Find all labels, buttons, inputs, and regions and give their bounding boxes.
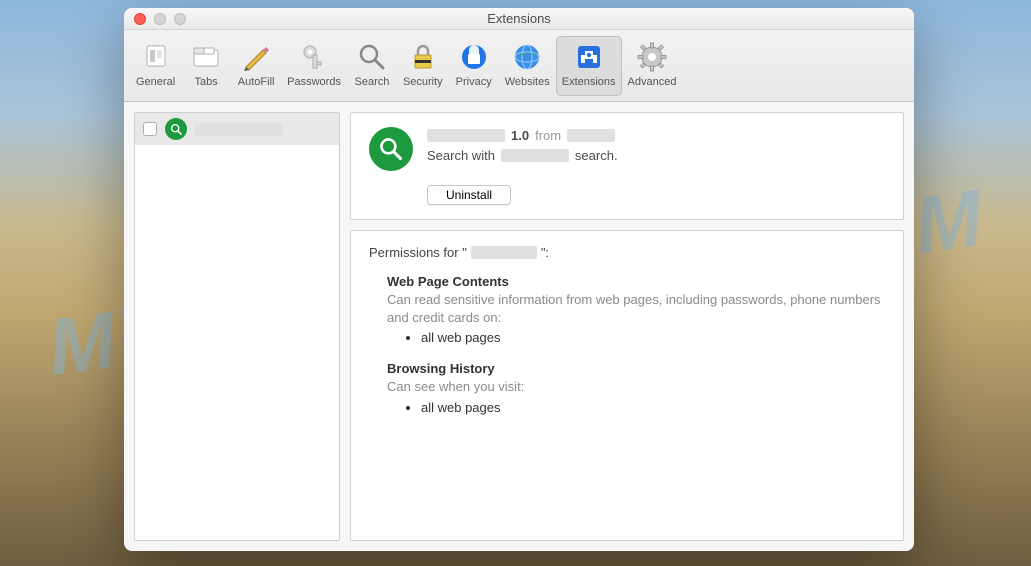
permissions-panel: Permissions for " ": Web Page Contents C… bbox=[350, 230, 904, 541]
titlebar: Extensions bbox=[124, 8, 914, 30]
tab-autofill[interactable]: AutoFill bbox=[231, 36, 281, 96]
permission-section: Web Page Contents Can read sensitive inf… bbox=[387, 274, 885, 345]
globe-icon bbox=[510, 40, 544, 74]
extension-name-redacted bbox=[427, 129, 505, 142]
tab-search[interactable]: Search bbox=[347, 36, 397, 96]
tabs-icon bbox=[189, 40, 223, 74]
extension-author-redacted bbox=[567, 129, 615, 142]
key-icon bbox=[297, 40, 331, 74]
permission-description: Can read sensitive information from web … bbox=[387, 291, 885, 326]
extensions-icon bbox=[572, 40, 606, 74]
tab-advanced[interactable]: Advanced bbox=[622, 36, 683, 96]
from-label: from bbox=[535, 128, 561, 143]
permission-bullet: all web pages bbox=[421, 330, 885, 345]
extension-description: Search with search. bbox=[427, 147, 885, 163]
uninstall-button[interactable]: Uninstall bbox=[427, 185, 511, 205]
extension-list-item[interactable] bbox=[135, 113, 339, 145]
lock-icon bbox=[406, 40, 440, 74]
window-title: Extensions bbox=[124, 11, 914, 26]
extension-icon bbox=[165, 118, 187, 140]
extension-name-redacted bbox=[195, 123, 283, 136]
redacted bbox=[471, 246, 537, 259]
autofill-icon bbox=[239, 40, 273, 74]
tab-general[interactable]: General bbox=[130, 36, 181, 96]
extension-header-panel: 1.0 from Search with search. Uninstall bbox=[350, 112, 904, 220]
extension-title-line: 1.0 from bbox=[427, 127, 885, 143]
extension-large-icon bbox=[369, 127, 413, 171]
tab-passwords[interactable]: Passwords bbox=[281, 36, 347, 96]
permission-bullet: all web pages bbox=[421, 400, 885, 415]
tab-tabs[interactable]: Tabs bbox=[181, 36, 231, 96]
enable-checkbox[interactable] bbox=[143, 122, 157, 136]
tab-privacy[interactable]: Privacy bbox=[449, 36, 499, 96]
permissions-title: Permissions for " ": bbox=[369, 245, 885, 260]
redacted bbox=[501, 149, 569, 162]
permission-bullets: all web pages bbox=[421, 400, 885, 415]
privacy-icon bbox=[457, 40, 491, 74]
preferences-toolbar: General Tabs AutoFill Passwords Search bbox=[124, 30, 914, 102]
permission-description: Can see when you visit: bbox=[387, 378, 885, 396]
gear-icon bbox=[635, 40, 669, 74]
permission-section: Browsing History Can see when you visit:… bbox=[387, 361, 885, 415]
extensions-list bbox=[134, 112, 340, 541]
content-area: 1.0 from Search with search. Uninstall bbox=[124, 102, 914, 551]
permission-heading: Web Page Contents bbox=[387, 274, 885, 289]
search-icon bbox=[355, 40, 389, 74]
permission-heading: Browsing History bbox=[387, 361, 885, 376]
permission-bullets: all web pages bbox=[421, 330, 885, 345]
tab-security[interactable]: Security bbox=[397, 36, 449, 96]
tab-websites[interactable]: Websites bbox=[499, 36, 556, 96]
general-icon bbox=[139, 40, 173, 74]
extension-version: 1.0 bbox=[511, 128, 529, 143]
tab-extensions[interactable]: Extensions bbox=[556, 36, 622, 96]
extension-detail: 1.0 from Search with search. Uninstall bbox=[350, 112, 904, 541]
preferences-window: Extensions General Tabs AutoFill Passwor… bbox=[124, 8, 914, 551]
